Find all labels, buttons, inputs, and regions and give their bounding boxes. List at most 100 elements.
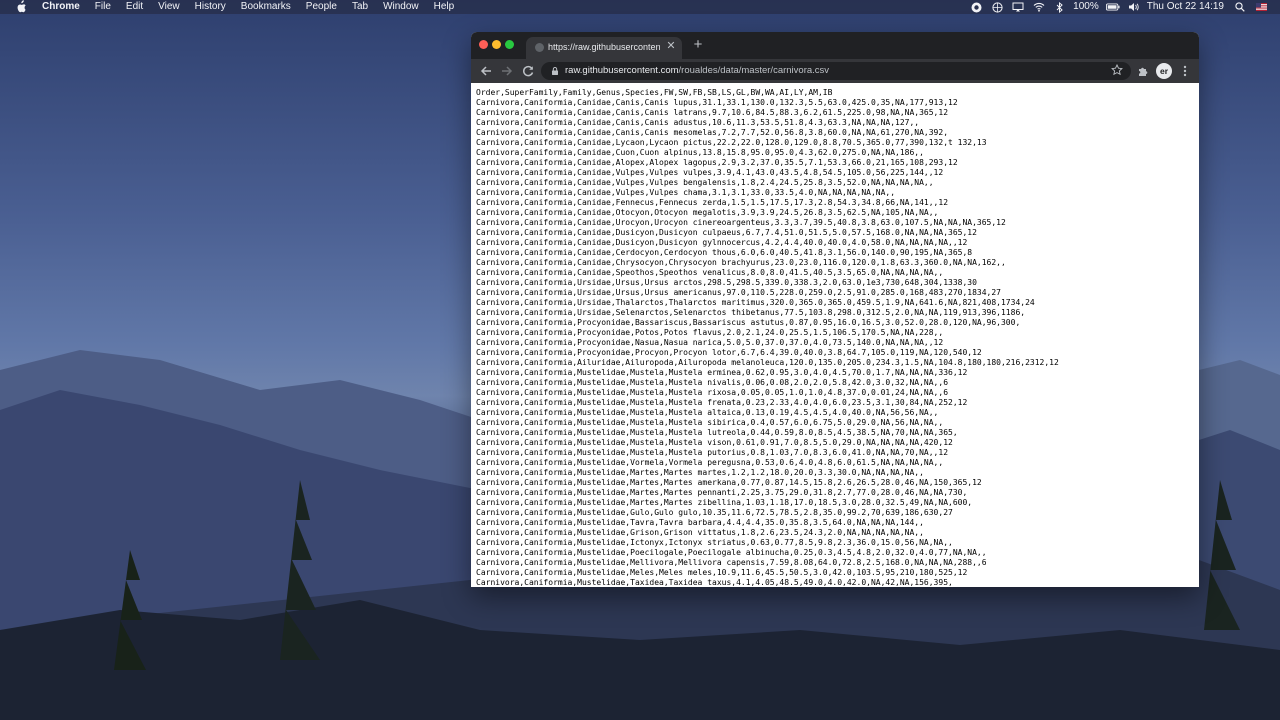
csv-line: Carnivora,Caniformia,Canidae,Alopex,Alop… <box>476 158 958 167</box>
menu-bar: Chrome File Edit View History Bookmarks … <box>0 0 1280 14</box>
csv-line: Carnivora,Caniformia,Mustelidae,Mustela,… <box>476 408 939 417</box>
flag-icon[interactable] <box>1254 1 1268 13</box>
clock[interactable]: Thu Oct 22 14:19 <box>1147 0 1224 14</box>
csv-line: Carnivora,Caniformia,Mustelidae,Poecilog… <box>476 548 987 557</box>
wifi-icon[interactable] <box>1032 1 1046 13</box>
csv-line: Carnivora,Caniformia,Mustelidae,Martes,M… <box>476 468 924 477</box>
page-content[interactable]: Order,SuperFamily,Family,Genus,Species,F… <box>471 83 1199 587</box>
csv-line: Carnivora,Caniformia,Canidae,Canis,Canis… <box>476 128 949 137</box>
browser-window: https://raw.githubusercontent. ✕ + raw.g… <box>471 32 1199 587</box>
csv-line: Carnivora,Caniformia,Ailuridae,Ailuropod… <box>476 358 1059 367</box>
url-text: raw.githubusercontent.com/roualdes/data/… <box>565 65 829 76</box>
csv-line: Carnivora,Caniformia,Mustelidae,Mustela,… <box>476 418 944 427</box>
battery-percent: 100% <box>1073 1 1099 12</box>
csv-line: Carnivora,Caniformia,Mustelidae,Mustela,… <box>476 368 968 377</box>
csv-line: Carnivora,Caniformia,Ursidae,Ursus,Ursus… <box>476 278 977 287</box>
csv-line: Carnivora,Caniformia,Mustelidae,Mustela,… <box>476 448 949 457</box>
csv-line: Carnivora,Caniformia,Ursidae,Thalarctos,… <box>476 298 1035 307</box>
menu-edit[interactable]: Edit <box>126 0 143 14</box>
menu-app-name[interactable]: Chrome <box>42 0 80 14</box>
csv-line: Carnivora,Caniformia,Canidae,Urocyon,Uro… <box>476 218 1006 227</box>
csv-line: Carnivora,Caniformia,Mustelidae,Martes,M… <box>476 488 968 497</box>
bookmark-star-icon[interactable] <box>1111 64 1123 76</box>
csv-line: Carnivora,Caniformia,Mustelidae,Ictonyx,… <box>476 538 953 547</box>
profile-avatar[interactable]: er <box>1156 63 1172 79</box>
csv-text: Order,SuperFamily,Family,Genus,Species,F… <box>471 83 1199 587</box>
csv-line: Carnivora,Caniformia,Ursidae,Ursus,Ursus… <box>476 288 1001 297</box>
menu-view[interactable]: View <box>158 0 180 14</box>
csv-line: Carnivora,Caniformia,Procyonidae,Potos,P… <box>476 328 944 337</box>
globe-icon[interactable] <box>990 1 1004 13</box>
screen-mirroring-icon[interactable] <box>1011 1 1025 13</box>
reload-icon[interactable] <box>521 64 535 78</box>
csv-line: Carnivora,Caniformia,Mustelidae,Gulo,Gul… <box>476 508 953 517</box>
csv-line: Carnivora,Caniformia,Procyonidae,Procyon… <box>476 348 982 357</box>
csv-line: Carnivora,Caniformia,Canidae,Canis,Canis… <box>476 98 958 107</box>
csv-line: Carnivora,Caniformia,Canidae,Vulpes,Vulp… <box>476 168 944 177</box>
csv-line: Carnivora,Caniformia,Procyonidae,Nasua,N… <box>476 338 944 347</box>
close-window-button[interactable] <box>479 40 488 49</box>
csv-line: Carnivora,Caniformia,Canidae,Cerdocyon,C… <box>476 248 973 257</box>
csv-line: Carnivora,Caniformia,Ursidae,Selenarctos… <box>476 308 1026 317</box>
back-arrow-icon[interactable] <box>479 64 493 78</box>
tab-active[interactable]: https://raw.githubusercontent. ✕ <box>526 37 682 59</box>
csv-line: Carnivora,Caniformia,Canidae,Canis,Canis… <box>476 108 949 117</box>
menu-tab[interactable]: Tab <box>352 0 368 14</box>
csv-line: Carnivora,Caniformia,Canidae,Fennecus,Fe… <box>476 198 949 207</box>
kebab-menu-icon[interactable] <box>1178 64 1192 78</box>
profile-avatar-initials: er <box>1159 66 1169 76</box>
menu-file[interactable]: File <box>95 0 111 14</box>
csv-line: Carnivora,Caniformia,Mustelidae,Mustela,… <box>476 438 953 447</box>
record-icon[interactable] <box>969 1 983 13</box>
csv-line: Carnivora,Caniformia,Canidae,Cuon,Cuon a… <box>476 148 924 157</box>
csv-line: Carnivora,Caniformia,Canidae,Vulpes,Vulp… <box>476 178 934 187</box>
apple-menu-icon[interactable] <box>14 0 28 14</box>
csv-line: Carnivora,Caniformia,Mustelidae,Tavra,Ta… <box>476 518 924 527</box>
battery-icon[interactable] <box>1105 1 1120 13</box>
csv-line: Carnivora,Caniformia,Mustelidae,Martes,M… <box>476 498 973 507</box>
menu-people[interactable]: People <box>306 0 337 14</box>
address-bar[interactable]: raw.githubusercontent.com/roualdes/data/… <box>541 62 1131 80</box>
lock-icon[interactable] <box>550 66 560 76</box>
csv-line: Carnivora,Caniformia,Mustelidae,Meles,Me… <box>476 568 968 577</box>
tab-strip: https://raw.githubusercontent. ✕ + <box>471 32 1199 59</box>
status-area: 100% Thu Oct 22 14:19 <box>962 0 1280 14</box>
browser-toolbar: raw.githubusercontent.com/roualdes/data/… <box>471 59 1199 83</box>
csv-line: Carnivora,Caniformia,Mustelidae,Vormela,… <box>476 458 944 467</box>
menu-window[interactable]: Window <box>383 0 419 14</box>
csv-line: Carnivora,Caniformia,Canidae,Dusicyon,Du… <box>476 238 968 247</box>
volume-icon[interactable] <box>1127 1 1141 13</box>
minimize-window-button[interactable] <box>492 40 501 49</box>
csv-line: Carnivora,Caniformia,Mustelidae,Taxidea,… <box>476 578 953 587</box>
bluetooth-icon[interactable] <box>1053 1 1067 13</box>
csv-line: Carnivora,Caniformia,Mustelidae,Martes,M… <box>476 478 982 487</box>
menu-bookmarks[interactable]: Bookmarks <box>241 0 291 14</box>
csv-line: Carnivora,Caniformia,Canidae,Otocyon,Oto… <box>476 208 939 217</box>
tab-favicon-icon <box>535 43 544 52</box>
url-path: /roualdes/data/master/carnivora.csv <box>678 65 830 76</box>
menu-history[interactable]: History <box>195 0 226 14</box>
csv-line: Carnivora,Caniformia,Mustelidae,Grison,G… <box>476 528 924 537</box>
forward-arrow-icon[interactable] <box>500 64 514 78</box>
csv-line: Order,SuperFamily,Family,Genus,Species,F… <box>476 88 833 97</box>
csv-line: Carnivora,Caniformia,Mustelidae,Mellivor… <box>476 558 987 567</box>
tab-title: https://raw.githubusercontent. <box>548 42 660 52</box>
spotlight-search-icon[interactable] <box>1233 1 1247 13</box>
extensions-puzzle-icon[interactable] <box>1136 64 1150 78</box>
new-tab-button[interactable]: + <box>690 37 706 53</box>
csv-line: Carnivora,Caniformia,Canidae,Speothos,Sp… <box>476 268 944 277</box>
zoom-window-button[interactable] <box>505 40 514 49</box>
tab-close-icon[interactable]: ✕ <box>665 40 677 52</box>
csv-line: Carnivora,Caniformia,Mustelidae,Mustela,… <box>476 428 958 437</box>
csv-line: Carnivora,Caniformia,Canidae,Dusicyon,Du… <box>476 228 977 237</box>
csv-line: Carnivora,Caniformia,Procyonidae,Bassari… <box>476 318 1021 327</box>
menu-help[interactable]: Help <box>434 0 455 14</box>
url-host: raw.githubusercontent.com <box>565 65 679 76</box>
csv-line: Carnivora,Caniformia,Mustelidae,Mustela,… <box>476 378 949 387</box>
csv-line: Carnivora,Caniformia,Mustelidae,Mustela,… <box>476 398 968 407</box>
csv-line: Carnivora,Caniformia,Mustelidae,Mustela,… <box>476 388 949 397</box>
csv-line: Carnivora,Caniformia,Canidae,Chrysocyon,… <box>476 258 1006 267</box>
csv-line: Carnivora,Caniformia,Canidae,Vulpes,Vulp… <box>476 188 896 197</box>
csv-line: Carnivora,Caniformia,Canidae,Lycaon,Lyca… <box>476 138 987 147</box>
csv-line: Carnivora,Caniformia,Canidae,Canis,Canis… <box>476 118 920 127</box>
